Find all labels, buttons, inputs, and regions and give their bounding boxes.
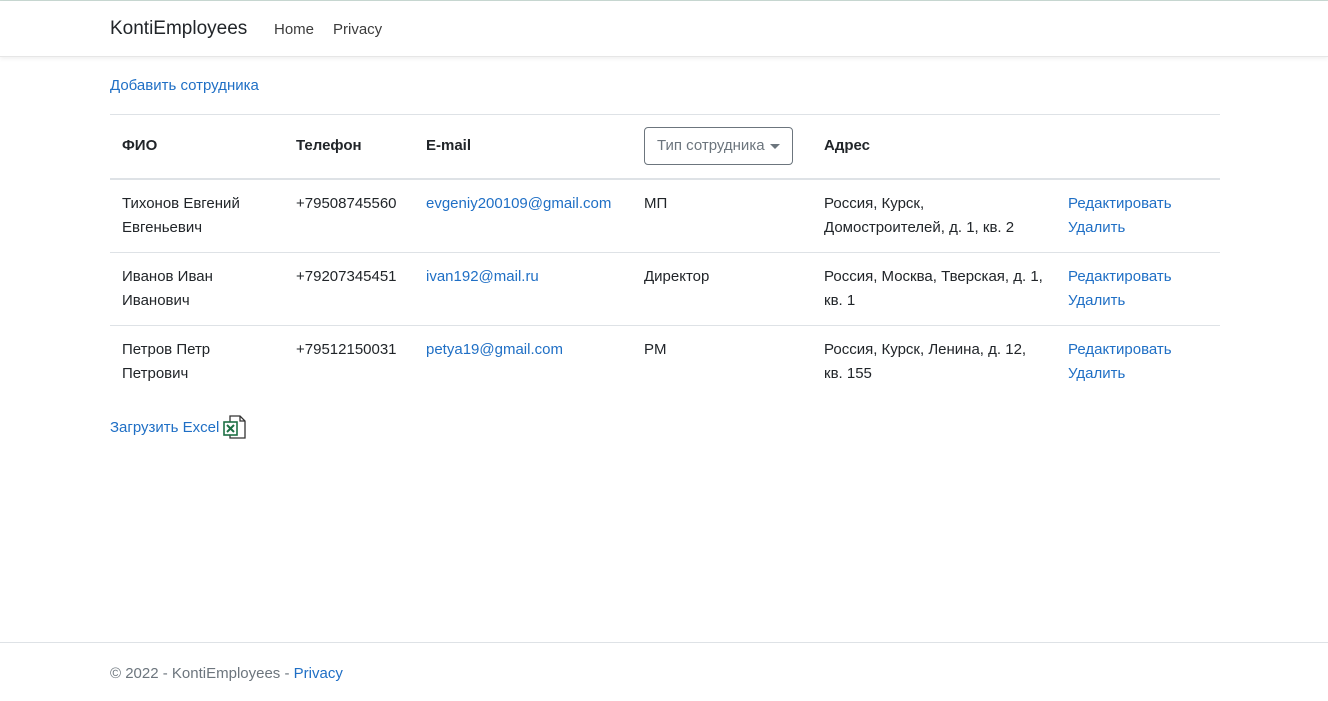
- table-row: Иванов Иван Иванович +79207345451 ivan19…: [110, 252, 1220, 326]
- table-header-row: ФИО Телефон E-mail Тип сотрудника Адрес: [110, 114, 1220, 180]
- header-type: Тип сотрудника: [632, 114, 812, 180]
- table-row: Тихонов Евгений Евгеньевич +79508745560 …: [110, 178, 1220, 253]
- nav-home-link[interactable]: Home: [274, 21, 314, 38]
- table-body: Тихонов Евгений Евгеньевич +79508745560 …: [110, 178, 1220, 399]
- footer: © 2022 - KontiEmployees - Privacy: [0, 642, 1328, 701]
- cell-phone: +79508745560: [284, 178, 414, 253]
- employees-table: ФИО Телефон E-mail Тип сотрудника Адрес …: [110, 114, 1220, 398]
- cell-phone: +79512150031: [296, 340, 397, 358]
- cell-email: evgeniy200109@gmail.com: [414, 178, 632, 253]
- cell-type: PM: [644, 340, 667, 358]
- upload-excel-label: Загрузить Excel: [110, 418, 220, 436]
- cell-address: Россия, Курск, Домостроителей, д. 1, кв.…: [812, 178, 1056, 253]
- cell-type: МП: [632, 178, 812, 253]
- footer-privacy-link[interactable]: Privacy: [294, 665, 343, 682]
- navbar: KontiEmployees Home Privacy: [0, 1, 1328, 57]
- edit-link[interactable]: Редактировать: [1068, 338, 1208, 362]
- table-header: ФИО Телефон E-mail Тип сотрудника Адрес: [110, 114, 1220, 180]
- cell-address: Россия, Москва, Тверская, д. 1, кв. 1: [812, 252, 1056, 326]
- brand-link[interactable]: KontiEmployees: [110, 18, 247, 40]
- delete-link[interactable]: Удалить: [1068, 362, 1208, 386]
- cell-actions: Редактировать Удалить: [1056, 252, 1220, 326]
- header-address: Адрес: [812, 114, 1056, 180]
- delete-link[interactable]: Удалить: [1068, 216, 1208, 240]
- copyright-text: © 2022 - KontiEmployees -: [110, 665, 294, 682]
- header-phone: Телефон: [284, 114, 414, 180]
- upload-excel-link[interactable]: Загрузить Excel: [110, 414, 248, 440]
- cell-fio: Иванов Иван Иванович: [110, 252, 284, 326]
- table-row: Петров Петр Петрович +79512150031 petya1…: [110, 325, 1220, 398]
- nav-privacy-link[interactable]: Privacy: [333, 21, 382, 38]
- edit-link[interactable]: Редактировать: [1068, 265, 1208, 289]
- cell-phone: +79207345451: [284, 252, 414, 326]
- cell-email: petya19@gmail.com: [414, 325, 632, 398]
- email-link[interactable]: ivan192@mail.ru: [426, 268, 539, 285]
- cell-fio: Петров Петр Петрович: [122, 340, 211, 382]
- caret-down-icon: [769, 143, 780, 149]
- cell-actions: Редактировать Удалить: [1056, 325, 1220, 398]
- cell-fio: Тихонов Евгений Евгеньевич: [110, 178, 284, 253]
- cell-email: ivan192@mail.ru: [414, 252, 632, 326]
- employee-type-dropdown-label: Тип сотрудника: [657, 137, 765, 155]
- cell-type: Директор: [632, 252, 812, 326]
- employee-type-dropdown[interactable]: Тип сотрудника: [644, 127, 793, 166]
- cell-actions: Редактировать Удалить: [1056, 178, 1220, 253]
- excel-file-icon: [223, 415, 246, 439]
- cell-address: Россия, Курск, Ленина, д. 12, кв. 155: [824, 340, 1027, 382]
- edit-link[interactable]: Редактировать: [1068, 192, 1208, 216]
- header-fio: ФИО: [110, 114, 284, 180]
- email-link[interactable]: petya19@gmail.com: [426, 341, 563, 358]
- add-employee-link[interactable]: Добавить сотрудника: [110, 77, 259, 94]
- header-email: E-mail: [414, 114, 632, 180]
- delete-link[interactable]: Удалить: [1068, 289, 1208, 313]
- footer-text: © 2022 - KontiEmployees - Privacy: [110, 665, 343, 682]
- header-actions: [1056, 114, 1220, 180]
- email-link[interactable]: evgeniy200109@gmail.com: [426, 195, 611, 212]
